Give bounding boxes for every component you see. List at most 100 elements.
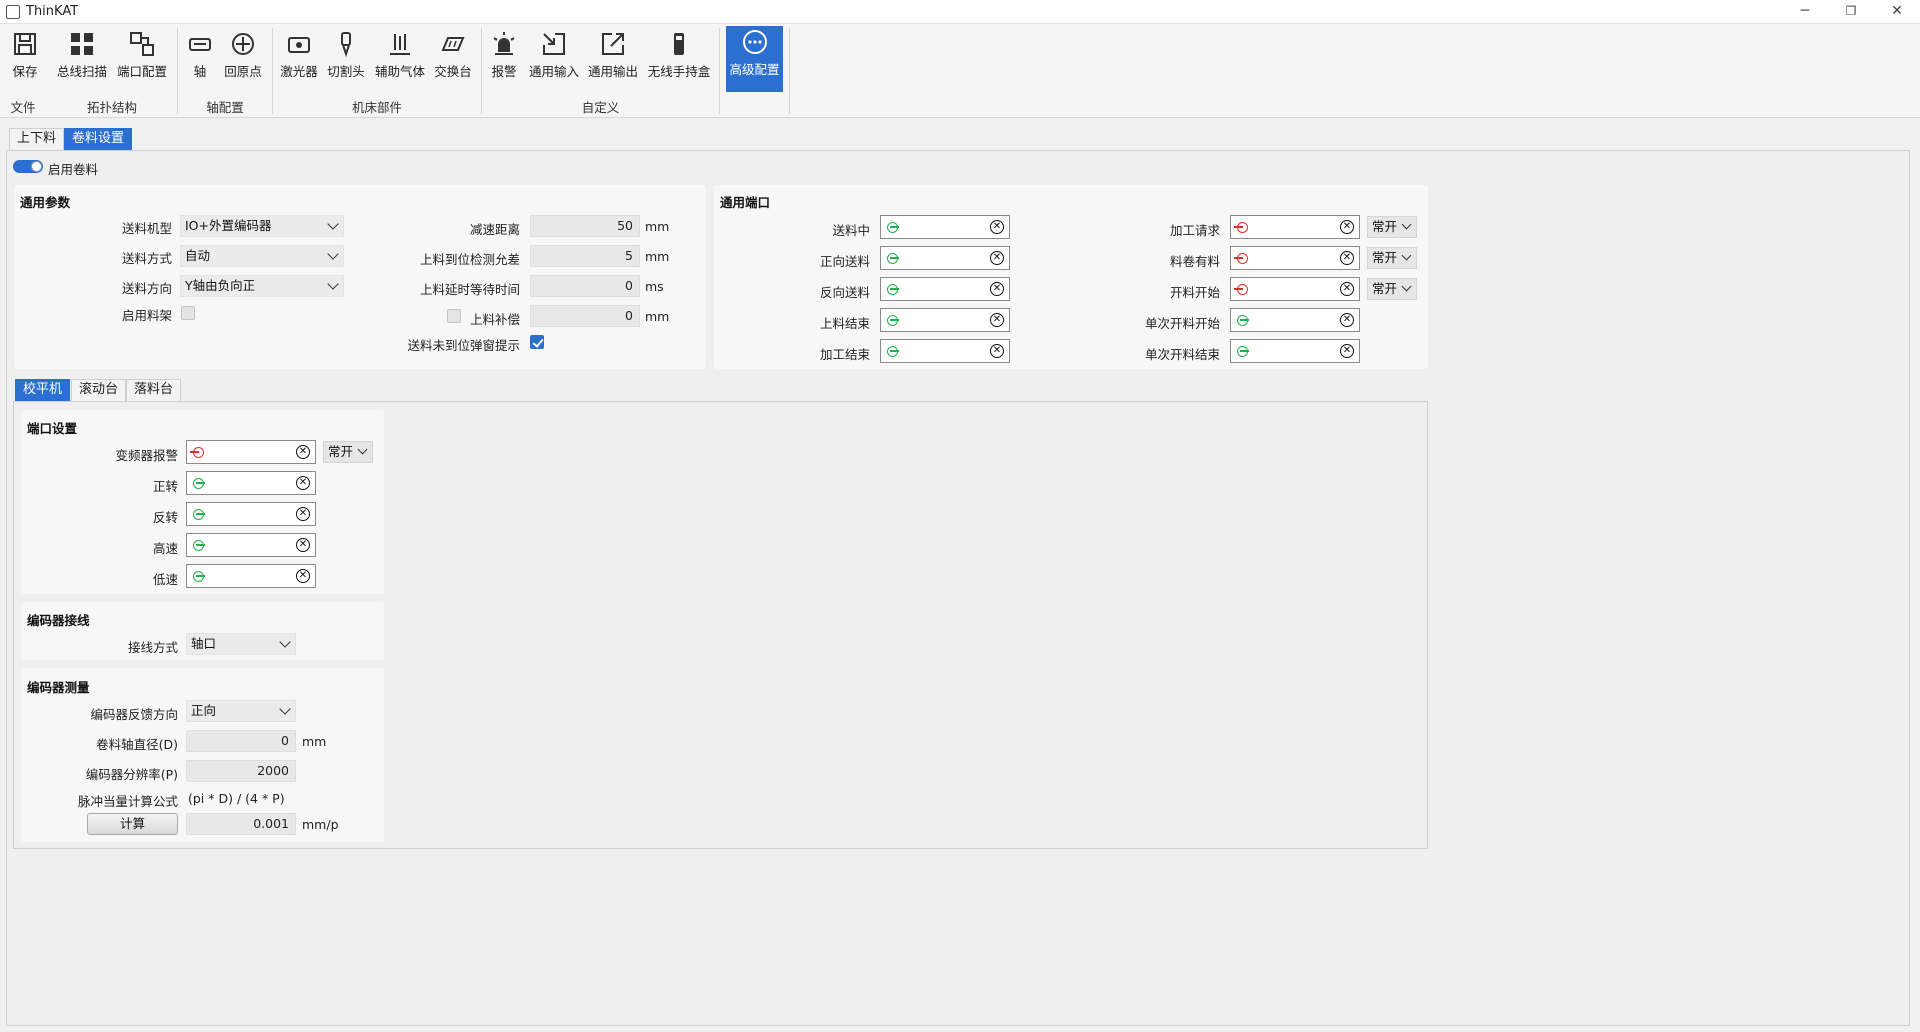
group-label-custom: 自定义 — [581, 100, 620, 115]
axis-button[interactable]: 轴 — [185, 28, 215, 84]
delay-wait-input[interactable]: 0 — [530, 275, 640, 297]
chevron-down-icon — [327, 278, 339, 290]
save-button[interactable]: 保存 — [6, 28, 44, 84]
port-label-machining-end: 加工结束 — [819, 347, 870, 362]
port-machining-request-input[interactable]: ✕ — [1230, 215, 1360, 239]
assist-gas-button[interactable]: 辅助气体 — [372, 28, 428, 84]
close-button[interactable]: ✕ — [1874, 0, 1920, 24]
calculate-button[interactable]: 计算 — [87, 813, 178, 835]
port-config-button[interactable]: 端口配置 — [114, 28, 170, 84]
port-single-cut-end-input[interactable]: ✕ — [1230, 339, 1360, 363]
laser-button[interactable]: 激光器 — [277, 28, 321, 84]
clear-icon[interactable]: ✕ — [990, 313, 1004, 327]
port-feeding-input[interactable]: ✕ — [880, 215, 1010, 239]
output-port-icon — [1237, 315, 1249, 326]
advanced-config-icon — [741, 28, 769, 56]
axis-icon — [186, 30, 214, 58]
bus-scan-button[interactable]: 总线扫描 — [54, 28, 110, 84]
port-label-machining-request: 加工请求 — [1169, 223, 1220, 238]
output-port-icon — [193, 540, 205, 551]
output-port-icon — [1237, 346, 1249, 357]
resolution-input[interactable]: 2000 — [186, 760, 296, 782]
output-port-icon — [887, 253, 899, 264]
inverter-alarm-mode[interactable]: 常开 — [323, 441, 373, 463]
advanced-config-button[interactable]: 高级配置 — [726, 26, 783, 92]
group-label-machine-parts: 机床部件 — [351, 100, 402, 115]
port-coil-present-mode[interactable]: 常开 — [1367, 247, 1417, 269]
enable-rack-checkbox[interactable] — [181, 306, 195, 320]
output-port-icon — [887, 222, 899, 233]
feedback-direction-select[interactable]: 正向 — [186, 700, 296, 722]
tab-leveler[interactable]: 校平机 — [15, 379, 71, 401]
tab-blanking-table[interactable]: 落料台 — [126, 379, 182, 401]
group-label-topology: 拓扑结构 — [86, 100, 137, 115]
general-output-button[interactable]: 通用输出 — [585, 28, 641, 84]
maximize-button[interactable]: ❐ — [1828, 0, 1874, 24]
clear-icon[interactable]: ✕ — [296, 569, 310, 583]
port-label-cutting-start: 开料开始 — [1169, 285, 1220, 300]
port-loading-end-input[interactable]: ✕ — [880, 308, 1010, 332]
cutting-head-button[interactable]: 切割头 — [324, 28, 368, 84]
clear-icon[interactable]: ✕ — [990, 220, 1004, 234]
clear-icon[interactable]: ✕ — [990, 344, 1004, 358]
tab-loading-unloading[interactable]: 上下料 — [9, 128, 65, 150]
decel-distance-input[interactable]: 50 — [530, 215, 640, 237]
clear-icon[interactable]: ✕ — [1340, 220, 1354, 234]
port-forward-feed-input[interactable]: ✕ — [880, 246, 1010, 270]
port-single-cut-start-input[interactable]: ✕ — [1230, 308, 1360, 332]
feed-mode-select[interactable]: 自动 — [180, 245, 344, 267]
port-label-loading-end: 上料结束 — [819, 316, 870, 331]
minimize-button[interactable]: ─ — [1782, 0, 1828, 24]
wiring-mode-select[interactable]: 轴口 — [186, 633, 296, 655]
resolution-label: 编码器分辨率(P) — [85, 767, 178, 782]
port-reverse-feed-input[interactable]: ✕ — [880, 277, 1010, 301]
feed-mode-label: 送料方式 — [121, 251, 172, 266]
decel-distance-unit: mm — [645, 219, 670, 234]
clear-icon[interactable]: ✕ — [990, 282, 1004, 296]
clear-icon[interactable]: ✕ — [296, 445, 310, 459]
wireless-handheld-button[interactable]: 无线手持盒 — [645, 28, 713, 84]
port-label-single-cut-end: 单次开料结束 — [1144, 347, 1220, 362]
shaft-diameter-input[interactable]: 0 — [186, 730, 296, 752]
port-cutting-start-input[interactable]: ✕ — [1230, 277, 1360, 301]
low-speed-input[interactable]: ✕ — [186, 564, 316, 588]
clear-icon[interactable]: ✕ — [1340, 344, 1354, 358]
port-machining-request-mode[interactable]: 常开 — [1367, 216, 1417, 238]
port-cutting-start-mode[interactable]: 常开 — [1367, 278, 1417, 300]
general-input-button[interactable]: 通用输入 — [526, 28, 582, 84]
clear-icon[interactable]: ✕ — [990, 251, 1004, 265]
feed-type-select[interactable]: IO+外置编码器 — [180, 215, 344, 237]
chevron-down-icon — [279, 636, 291, 648]
enable-coil-toggle[interactable] — [13, 160, 43, 173]
output-port-icon — [887, 315, 899, 326]
port-coil-present-input[interactable]: ✕ — [1230, 246, 1360, 270]
port-label-single-cut-start: 单次开料开始 — [1144, 316, 1220, 331]
inverter-alarm-label: 变频器报警 — [115, 448, 178, 463]
high-speed-input[interactable]: ✕ — [186, 533, 316, 557]
alarm-button[interactable]: 报警 — [486, 28, 522, 84]
compensation-input[interactable]: 0 — [530, 305, 640, 327]
clear-icon[interactable]: ✕ — [296, 538, 310, 552]
tab-coil-settings[interactable]: 卷料设置 — [64, 128, 133, 150]
input-port-icon — [190, 447, 204, 458]
popup-hint-checkbox[interactable] — [530, 335, 544, 349]
tab-rolling-table[interactable]: 滚动台 — [71, 379, 127, 401]
exchange-table-button[interactable]: 交换台 — [430, 28, 476, 84]
save-icon — [11, 30, 39, 58]
output-port-icon — [193, 478, 205, 489]
inverter-alarm-input[interactable]: ✕ — [186, 440, 316, 464]
port-machining-end-input[interactable]: ✕ — [880, 339, 1010, 363]
forward-input[interactable]: ✕ — [186, 471, 316, 495]
clear-icon[interactable]: ✕ — [296, 476, 310, 490]
compensation-checkbox[interactable] — [447, 309, 461, 323]
home-origin-button[interactable]: 回原点 — [220, 28, 266, 84]
clear-icon[interactable]: ✕ — [1340, 313, 1354, 327]
title-bar: ThinKAT ─ ❐ ✕ — [0, 0, 1920, 24]
feed-direction-select[interactable]: Y轴由负向正 — [180, 275, 344, 297]
clear-icon[interactable]: ✕ — [1340, 282, 1354, 296]
detect-tolerance-input[interactable]: 5 — [530, 245, 640, 267]
clear-icon[interactable]: ✕ — [296, 507, 310, 521]
reverse-input[interactable]: ✕ — [186, 502, 316, 526]
clear-icon[interactable]: ✕ — [1340, 251, 1354, 265]
general-input-icon — [540, 30, 568, 58]
